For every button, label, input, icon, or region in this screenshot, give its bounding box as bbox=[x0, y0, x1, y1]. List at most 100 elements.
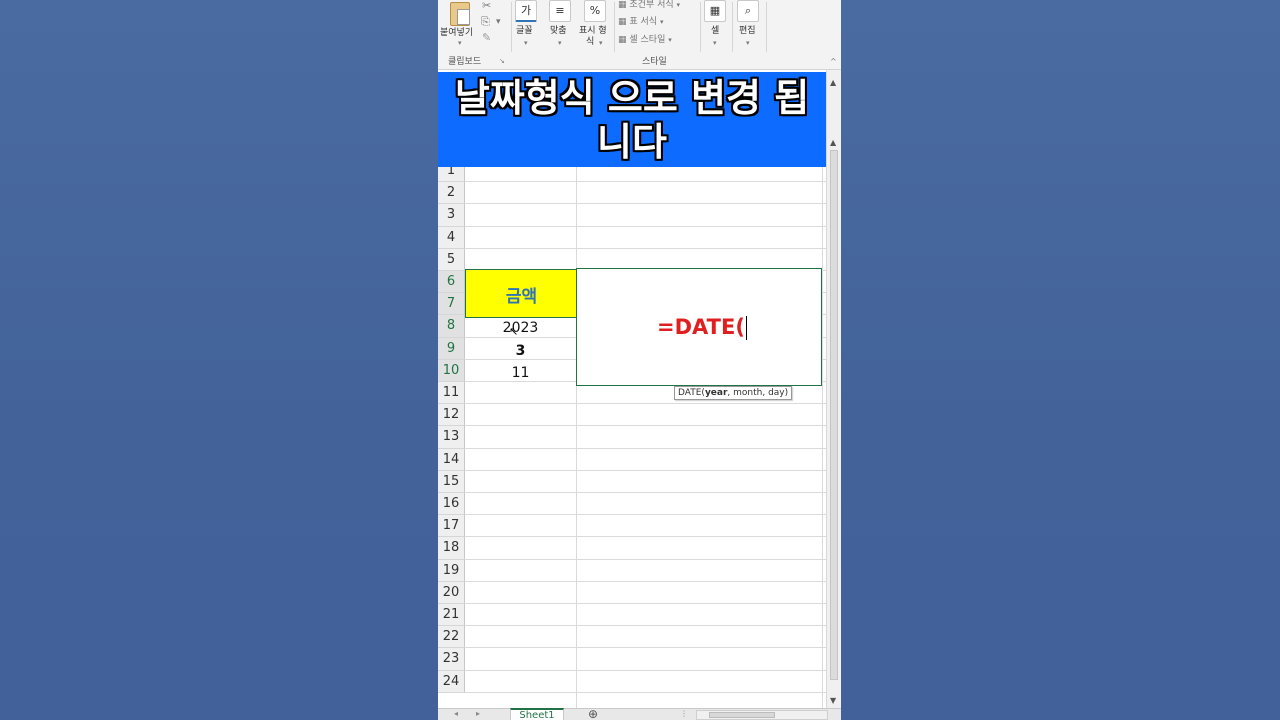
row-header[interactable]: 19 bbox=[438, 559, 465, 582]
column-divider bbox=[822, 160, 823, 708]
ribbon-separator bbox=[732, 2, 733, 52]
font-group[interactable]: 가 글꼴 ▾ bbox=[513, 0, 543, 54]
row-header[interactable]: 5 bbox=[438, 248, 465, 271]
scroll-down-icon[interactable]: ▼ bbox=[830, 696, 836, 705]
align-dropdown-icon[interactable]: ▾ bbox=[558, 38, 562, 49]
font-dropdown-icon[interactable]: ▾ bbox=[524, 38, 528, 49]
title-banner: 날짜형식 으로 변경 됩 니다 bbox=[438, 72, 826, 167]
formula-cell[interactable]: =DATE( bbox=[576, 268, 822, 386]
banner-line-1: 날짜형식 으로 변경 됩 bbox=[454, 76, 810, 120]
table-format-icon: ▦ bbox=[618, 17, 627, 27]
row-gridline bbox=[465, 203, 826, 205]
edit-dropdown-icon[interactable]: ▾ bbox=[746, 38, 750, 49]
tooltip-active-arg[interactable]: year bbox=[705, 388, 727, 398]
formula-text-wrap: =DATE( bbox=[657, 315, 747, 340]
table-format-button[interactable]: ▦ 표 서식 ▾ bbox=[618, 17, 663, 28]
row-gridline bbox=[465, 558, 826, 560]
next-sheet-icon[interactable]: ▸ bbox=[476, 709, 480, 718]
row-header[interactable]: 11 bbox=[438, 382, 465, 405]
row-header[interactable]: 18 bbox=[438, 537, 465, 560]
function-tooltip[interactable]: DATE(year, month, day) bbox=[674, 386, 793, 400]
sheet-tab[interactable]: Sheet1 bbox=[510, 708, 564, 720]
header-cell[interactable]: 금액 bbox=[465, 269, 576, 318]
cell-month[interactable]: 3 bbox=[465, 343, 576, 359]
search-icon[interactable]: ⌕ bbox=[737, 0, 759, 22]
scrollbar-thumb[interactable] bbox=[830, 150, 838, 680]
paste-dropdown-icon[interactable]: ▾ bbox=[458, 38, 462, 49]
ribbon-separator bbox=[766, 2, 767, 52]
row-header[interactable]: 12 bbox=[438, 404, 465, 427]
paste-icon[interactable] bbox=[450, 2, 470, 26]
column-divider bbox=[576, 160, 577, 708]
row-header[interactable]: 22 bbox=[438, 626, 465, 649]
row-gridline bbox=[465, 514, 826, 516]
banner-text: 날짜형식 으로 변경 됩 니다 bbox=[438, 76, 826, 164]
banner-line-2: 니다 bbox=[597, 120, 667, 164]
row-header[interactable]: 16 bbox=[438, 493, 465, 516]
alignment-group[interactable]: ≡ 맞춤 ▾ bbox=[547, 0, 577, 54]
collapse-ribbon-icon[interactable]: ^ bbox=[830, 56, 837, 67]
horizontal-scrollbar-thumb[interactable] bbox=[709, 712, 775, 718]
copy-icon[interactable]: ⎘ bbox=[481, 16, 490, 27]
row-header[interactable]: 14 bbox=[438, 448, 465, 471]
editing-group[interactable]: ⌕ 편집 ▾ bbox=[735, 0, 765, 54]
cell-style-icon: ▦ bbox=[618, 35, 627, 45]
spreadsheet-grid[interactable]: 24 23 22 21 20 19 18 17 16 15 14 13 12 11 10 9 8 7 6 5 4 3 2 1 … bbox=[438, 160, 826, 708]
row-gridline bbox=[465, 536, 826, 538]
row-header[interactable]: 9 bbox=[438, 337, 465, 360]
more-options-icon[interactable]: ⋮ bbox=[680, 709, 688, 718]
add-sheet-icon[interactable]: ⊕ bbox=[588, 707, 598, 720]
row-header[interactable]: 10 bbox=[438, 359, 465, 382]
cut-icon[interactable]: ✂ bbox=[482, 0, 491, 11]
dialog-launcher-icon[interactable]: ↘ bbox=[499, 56, 505, 67]
percent-icon[interactable]: % bbox=[584, 0, 606, 22]
number-group[interactable]: % 표시 형 식 ▾ bbox=[579, 0, 613, 54]
row-header[interactable]: 13 bbox=[438, 426, 465, 449]
row-header[interactable]: 23 bbox=[438, 648, 465, 671]
row-header[interactable]: 8 bbox=[438, 315, 465, 338]
row-header[interactable]: 7 bbox=[438, 293, 465, 316]
row-header[interactable]: 15 bbox=[438, 470, 465, 493]
row-header[interactable]: 17 bbox=[438, 515, 465, 538]
cell-year[interactable]: 2023 bbox=[465, 320, 576, 336]
prev-sheet-icon[interactable]: ◂ bbox=[454, 709, 458, 718]
row-gridline bbox=[465, 580, 826, 582]
conditional-format-button[interactable]: ▦ 조건부 서식 ▾ bbox=[618, 0, 680, 11]
conditional-format-icon: ▦ bbox=[618, 0, 627, 10]
paste-button-label[interactable]: 붙여넣기 bbox=[440, 28, 473, 39]
row-gridline bbox=[465, 247, 826, 249]
row-header[interactable]: 4 bbox=[438, 226, 465, 249]
clipboard-group: 붙여넣기 ▾ ✂ ⎘ ▾ ✎ 클립보드 ↘ bbox=[438, 0, 510, 67]
vertical-scrollbar[interactable]: ▲ ▲ ▼ bbox=[826, 70, 841, 710]
horizontal-scrollbar[interactable] bbox=[696, 710, 828, 720]
align-icon[interactable]: ≡ bbox=[549, 0, 571, 22]
cell-day[interactable]: 11 bbox=[465, 365, 576, 381]
font-icon[interactable]: 가 bbox=[515, 0, 537, 22]
cells-group[interactable]: ▦ 셀 ▾ bbox=[703, 0, 731, 54]
scroll-up-icon[interactable]: ▲ bbox=[830, 138, 836, 147]
styles-group: ▦ 조건부 서식 ▾ ▦ 표 서식 ▾ ▦ 셀 스타일 ▾ 스타일 bbox=[616, 0, 698, 67]
cells-dropdown-icon[interactable]: ▾ bbox=[713, 38, 717, 49]
align-label: 맞춤 bbox=[550, 26, 567, 36]
row-header[interactable]: 6 bbox=[438, 271, 465, 294]
formula-text: =DATE( bbox=[657, 315, 745, 339]
row-header[interactable]: 24 bbox=[438, 670, 465, 693]
clipboard-caption: 클립보드 bbox=[448, 57, 482, 67]
cells-icon[interactable]: ▦ bbox=[704, 0, 726, 22]
number-format-label-2: 식 bbox=[586, 37, 595, 47]
row-gridline bbox=[465, 181, 826, 183]
copy-dropdown-icon[interactable]: ▾ bbox=[496, 17, 501, 28]
format-painter-icon[interactable]: ✎ bbox=[482, 32, 491, 43]
header-cell-text: 금액 bbox=[505, 287, 538, 307]
cell-style-button[interactable]: ▦ 셀 스타일 ▾ bbox=[618, 35, 672, 46]
row-header[interactable]: 20 bbox=[438, 581, 465, 604]
chevron-down-icon: ▾ bbox=[676, 1, 681, 9]
tooltip-function-name: DATE( bbox=[678, 388, 705, 398]
row-header[interactable]: 21 bbox=[438, 604, 465, 627]
row-header[interactable]: 3 bbox=[438, 204, 465, 227]
row-gridline bbox=[465, 691, 826, 693]
number-dropdown-icon[interactable]: ▾ bbox=[599, 38, 603, 49]
row-header[interactable]: 2 bbox=[438, 182, 465, 205]
scroll-up-icon[interactable]: ▲ bbox=[830, 78, 836, 87]
ribbon: 붙여넣기 ▾ ✂ ⎘ ▾ ✎ 클립보드 ↘ 가 글꼴 ▾ ≡ 맞춤 ▾ % 표시… bbox=[438, 0, 841, 70]
